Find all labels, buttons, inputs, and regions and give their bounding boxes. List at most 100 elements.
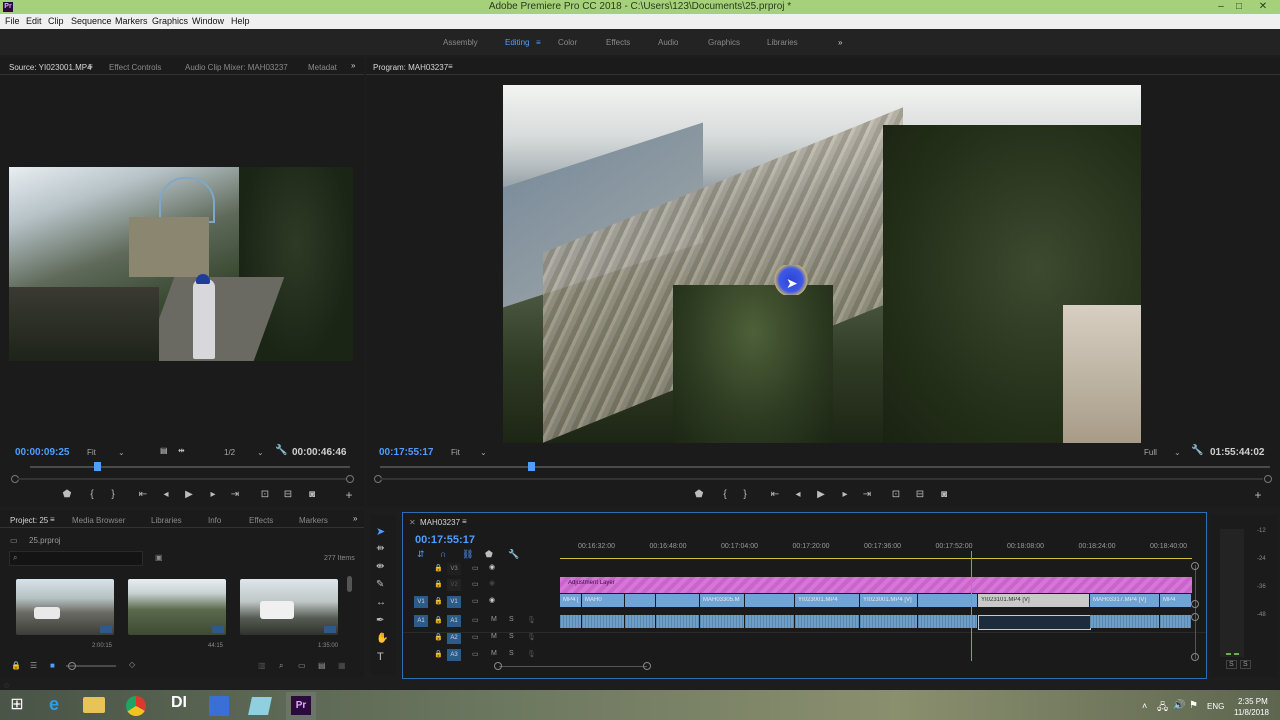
mark-in-icon[interactable]: { bbox=[718, 489, 732, 500]
sync-lock-icon[interactable]: ▭ bbox=[472, 564, 479, 572]
add-button-icon[interactable]: + bbox=[342, 488, 356, 502]
solo-left-button[interactable]: S bbox=[1226, 660, 1237, 669]
mute-track-button[interactable]: M bbox=[491, 650, 497, 657]
premiere-taskbar-slot[interactable]: Pr bbox=[286, 692, 316, 720]
workspace-libraries[interactable]: Libraries bbox=[767, 38, 798, 47]
new-bin-icon[interactable]: ▣ bbox=[155, 553, 163, 562]
find-icon[interactable]: ⌕ bbox=[279, 661, 283, 671]
insert-icon[interactable]: ⊡ bbox=[258, 489, 272, 500]
track-target-a2[interactable]: A2 bbox=[447, 632, 461, 644]
list-view-icon[interactable]: ☰ bbox=[30, 661, 37, 670]
wrench-icon[interactable]: 🔧 bbox=[275, 445, 287, 456]
tab-libraries[interactable]: Libraries bbox=[151, 516, 182, 525]
audio-clip[interactable] bbox=[656, 615, 699, 628]
step-back-icon[interactable]: ◂ bbox=[791, 489, 805, 500]
menu-file[interactable]: File bbox=[5, 16, 20, 26]
clear-icon[interactable]: ▦ bbox=[338, 661, 346, 670]
project-thumbnail[interactable] bbox=[16, 579, 114, 635]
tab-audio-clip-mixer[interactable]: Audio Clip Mixer: MAH03237 bbox=[185, 63, 288, 72]
workspace-menu-icon[interactable]: ≡ bbox=[536, 38, 541, 47]
solo-right-button[interactable]: S bbox=[1240, 660, 1251, 669]
zoom-handle-right[interactable] bbox=[1264, 475, 1272, 483]
project-overflow-icon[interactable]: » bbox=[353, 514, 357, 523]
solo-track-button[interactable]: S bbox=[509, 650, 514, 657]
track-target-a3[interactable]: A3 bbox=[447, 649, 461, 661]
track-lock-icon[interactable]: 🔒 bbox=[434, 597, 443, 605]
safe-margins-icon[interactable]: ▤ bbox=[160, 446, 168, 455]
video-clip[interactable]: YI023001.MP4 [V] bbox=[860, 594, 917, 607]
track-lock-icon[interactable]: 🔒 bbox=[434, 616, 443, 624]
source-current-timecode[interactable]: 00:00:09:25 bbox=[15, 447, 69, 458]
step-forward-icon[interactable]: ▸ bbox=[206, 489, 220, 500]
adjustment-layer-clip[interactable]: Adjustment Layer bbox=[560, 577, 1192, 593]
mark-in-icon[interactable]: { bbox=[85, 489, 99, 500]
project-search-input[interactable]: ⌕ bbox=[9, 551, 143, 566]
razor-tool-icon[interactable]: ✎ bbox=[376, 579, 384, 590]
video-clip[interactable]: MP4 bbox=[1160, 594, 1191, 607]
tab-source[interactable]: Source: YI023001.MP4 bbox=[9, 63, 92, 72]
program-panel-menu-icon[interactable]: ≡ bbox=[448, 62, 453, 71]
scroll-handle-mid[interactable] bbox=[1191, 600, 1199, 608]
voiceover-mic-icon[interactable]: 🎙 bbox=[527, 616, 536, 624]
linked-selection-icon[interactable]: ⛓ bbox=[462, 549, 473, 560]
snap-icon[interactable]: ∩ bbox=[440, 549, 446, 559]
ripple-edit-tool-icon[interactable]: ⇼ bbox=[376, 561, 384, 572]
program-playhead[interactable] bbox=[528, 462, 536, 471]
track-select-tool-icon[interactable]: ⇻ bbox=[376, 543, 384, 554]
audio-clip[interactable] bbox=[1090, 615, 1159, 628]
mute-track-button[interactable]: M bbox=[491, 616, 497, 623]
voiceover-mic-icon[interactable]: 🎙 bbox=[527, 650, 536, 658]
export-frame-icon[interactable]: ◙ bbox=[937, 489, 951, 500]
source-patch-a1[interactable]: A1 bbox=[414, 615, 428, 627]
go-to-in-icon[interactable]: ⇤ bbox=[768, 489, 782, 500]
tab-markers[interactable]: Markers bbox=[299, 516, 328, 525]
audio-clip[interactable] bbox=[700, 615, 744, 628]
chevron-down-icon[interactable]: ⌄ bbox=[1174, 448, 1181, 457]
video-clip[interactable]: MAH0 bbox=[582, 594, 624, 607]
add-marker-icon[interactable]: ⬟ bbox=[60, 489, 74, 500]
tab-media-browser[interactable]: Media Browser bbox=[72, 516, 125, 525]
solo-track-button[interactable]: S bbox=[509, 633, 514, 640]
track-target-v2[interactable]: V2 bbox=[447, 579, 461, 591]
timeline-playhead[interactable] bbox=[970, 551, 972, 661]
program-fit-select[interactable]: Fit bbox=[451, 448, 460, 457]
audio-clip[interactable] bbox=[582, 615, 624, 628]
workspace-assembly[interactable]: Assembly bbox=[443, 38, 478, 47]
play-button[interactable]: ▶ bbox=[182, 489, 196, 500]
menu-clip[interactable]: Clip bbox=[48, 16, 64, 26]
menu-markers[interactable]: Markers bbox=[115, 16, 148, 26]
sync-lock-icon[interactable]: ▭ bbox=[472, 650, 479, 658]
audio-clip[interactable] bbox=[860, 615, 917, 628]
source-fit-select[interactable]: Fit bbox=[87, 448, 96, 457]
notification-flag-icon[interactable]: ⚑ bbox=[1189, 700, 1198, 711]
program-current-timecode[interactable]: 00:17:55:17 bbox=[379, 447, 433, 458]
menu-edit[interactable]: Edit bbox=[26, 16, 42, 26]
project-thumbnail[interactable] bbox=[128, 579, 226, 635]
track-lock-icon[interactable]: 🔒 bbox=[434, 650, 443, 658]
maximize-button[interactable]: □ bbox=[1230, 0, 1248, 14]
tab-effects[interactable]: Effects bbox=[249, 516, 273, 525]
zoom-handle-right[interactable] bbox=[346, 475, 354, 483]
tab-project[interactable]: Project: 25 bbox=[10, 516, 48, 525]
video-clip[interactable]: MAH03305.M bbox=[700, 594, 744, 607]
step-forward-icon[interactable]: ▸ bbox=[838, 489, 852, 500]
mark-out-icon[interactable]: } bbox=[738, 489, 752, 500]
voiceover-mic-icon[interactable]: 🎙 bbox=[527, 633, 536, 641]
menu-help[interactable]: Help bbox=[231, 16, 250, 26]
sync-lock-icon[interactable]: ▭ bbox=[472, 616, 479, 624]
wrench-icon[interactable]: 🔧 bbox=[1191, 445, 1203, 456]
new-bin-icon[interactable]: ▭ bbox=[298, 661, 306, 670]
slip-tool-icon[interactable]: ↔ bbox=[376, 597, 386, 608]
audio-clip[interactable] bbox=[560, 615, 581, 628]
workspace-effects[interactable]: Effects bbox=[606, 38, 630, 47]
audio-clip[interactable] bbox=[795, 615, 859, 628]
menu-window[interactable]: Window bbox=[192, 16, 224, 26]
lock-icon[interactable]: 🔒 bbox=[11, 661, 21, 670]
clock-time[interactable]: 2:35 PM bbox=[1238, 697, 1268, 706]
work-area-bar[interactable] bbox=[560, 558, 1192, 559]
selection-tool-icon[interactable]: ➤ bbox=[376, 525, 385, 538]
track-target-a1[interactable]: A1 bbox=[447, 615, 461, 627]
track-target-v1[interactable]: V1 bbox=[447, 596, 461, 608]
daz-icon[interactable]: DI bbox=[166, 694, 192, 716]
program-time-ruler[interactable] bbox=[380, 466, 1270, 468]
